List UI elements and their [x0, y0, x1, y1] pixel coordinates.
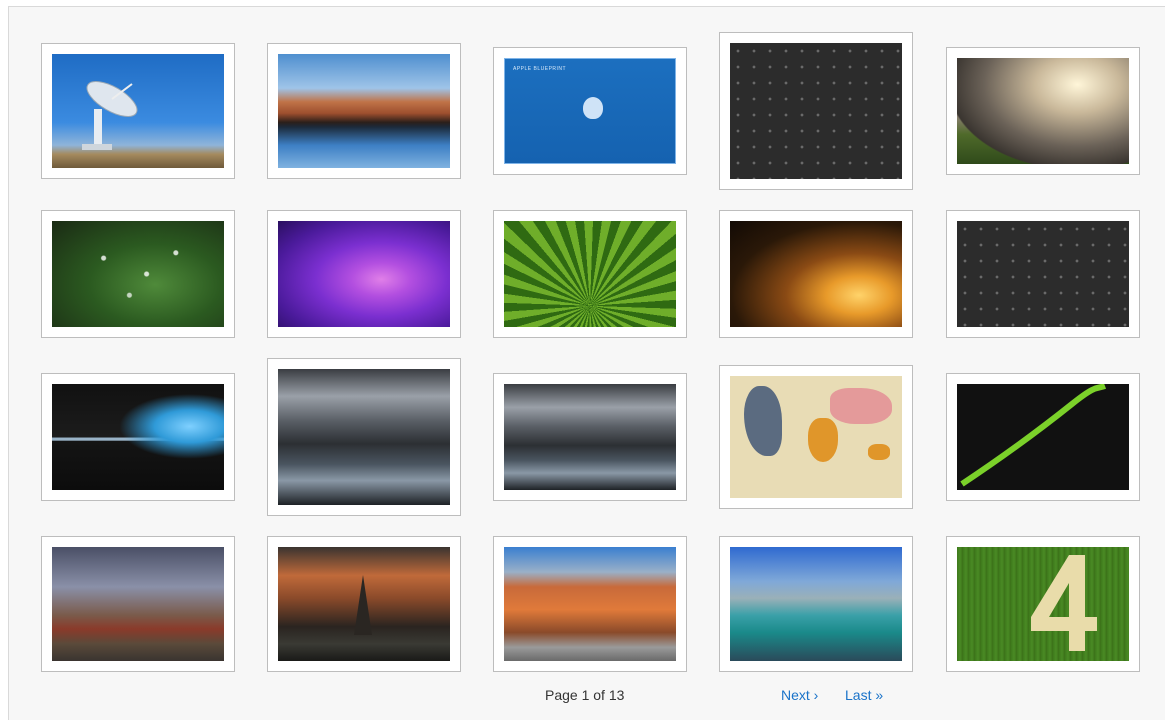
thumbnail-image [504, 221, 676, 327]
thumbnail-image [730, 43, 902, 179]
map-continent-australia [868, 444, 890, 460]
thumbnail-dark-icon-grid-2[interactable] [946, 210, 1140, 338]
thumbnail-image [278, 54, 450, 168]
thumbnail-image [52, 547, 224, 661]
thumbnail-image [278, 369, 450, 505]
thumbnail-image [52, 54, 224, 168]
apple-logo-icon [583, 97, 603, 119]
thumbnail-purple-swirl[interactable] [267, 210, 461, 338]
map-continent-americas [744, 386, 782, 456]
next-page-link[interactable]: Next › [781, 686, 818, 704]
thumbnail-image [504, 547, 676, 661]
thumbnail-image [278, 221, 450, 327]
thumbnail-rusty-boat-hdr[interactable] [41, 536, 235, 672]
thumbnail-cloudy-field-tree[interactable] [946, 47, 1140, 175]
page-indicator: Page 1 of 13 [545, 687, 625, 703]
thumbnail-blueprint-apple-logo[interactable]: APPLE BLUEPRINT [493, 47, 687, 175]
thumbnail-leaf-water-drops[interactable] [41, 210, 235, 338]
thumbnail-image [957, 58, 1129, 164]
thumbnail-image [52, 384, 224, 490]
thumbnail-temple-sunset[interactable] [267, 536, 461, 672]
thumbnail-dark-icon-grid[interactable] [719, 32, 913, 190]
thumbnail-mountain-lake-hdr-2[interactable] [493, 373, 687, 501]
thumbnail-tree-sunset[interactable] [719, 210, 913, 338]
thumbnail-mountain-lake-hdr[interactable] [267, 358, 461, 516]
thumbnail-image [957, 547, 1129, 661]
thumbnail-image [278, 547, 450, 661]
telescope-graphic [82, 81, 138, 150]
blueprint-heading: APPLE BLUEPRINT [513, 66, 567, 72]
thumbnail-image: APPLE BLUEPRINT [504, 58, 676, 164]
thumbnail-green-ribbon-dark[interactable] [946, 373, 1140, 501]
thumbnail-image [957, 384, 1129, 490]
thumbnail-image [504, 384, 676, 490]
thumbnail-vintage-world-map[interactable] [719, 365, 913, 509]
thumbnail-image [730, 221, 902, 327]
thumbnail-desert-canyon-reflection[interactable] [267, 43, 461, 179]
map-continent-africa [808, 418, 838, 462]
last-page-link[interactable]: Last » [845, 686, 883, 704]
temple-spire [354, 575, 372, 635]
ribbon-graphic [960, 384, 1107, 487]
thumbnail-blue-paint-splash[interactable] [41, 373, 235, 501]
thumbnail-building-arcade-hdr[interactable] [493, 536, 687, 672]
map-continent-asia [830, 388, 892, 424]
thumbnail-harbor-hdr[interactable] [719, 536, 913, 672]
number-four-graphic [1031, 555, 1097, 651]
thumbnail-image [957, 221, 1129, 327]
thumbnail-green-palm-frond[interactable] [493, 210, 687, 338]
thumbnail-image [730, 376, 902, 498]
thumbnail-green-number-four[interactable] [946, 536, 1140, 672]
thumbnail-image [730, 547, 902, 661]
thumbnail-image [52, 221, 224, 327]
thumbnail-radio-telescope[interactable] [41, 43, 235, 179]
